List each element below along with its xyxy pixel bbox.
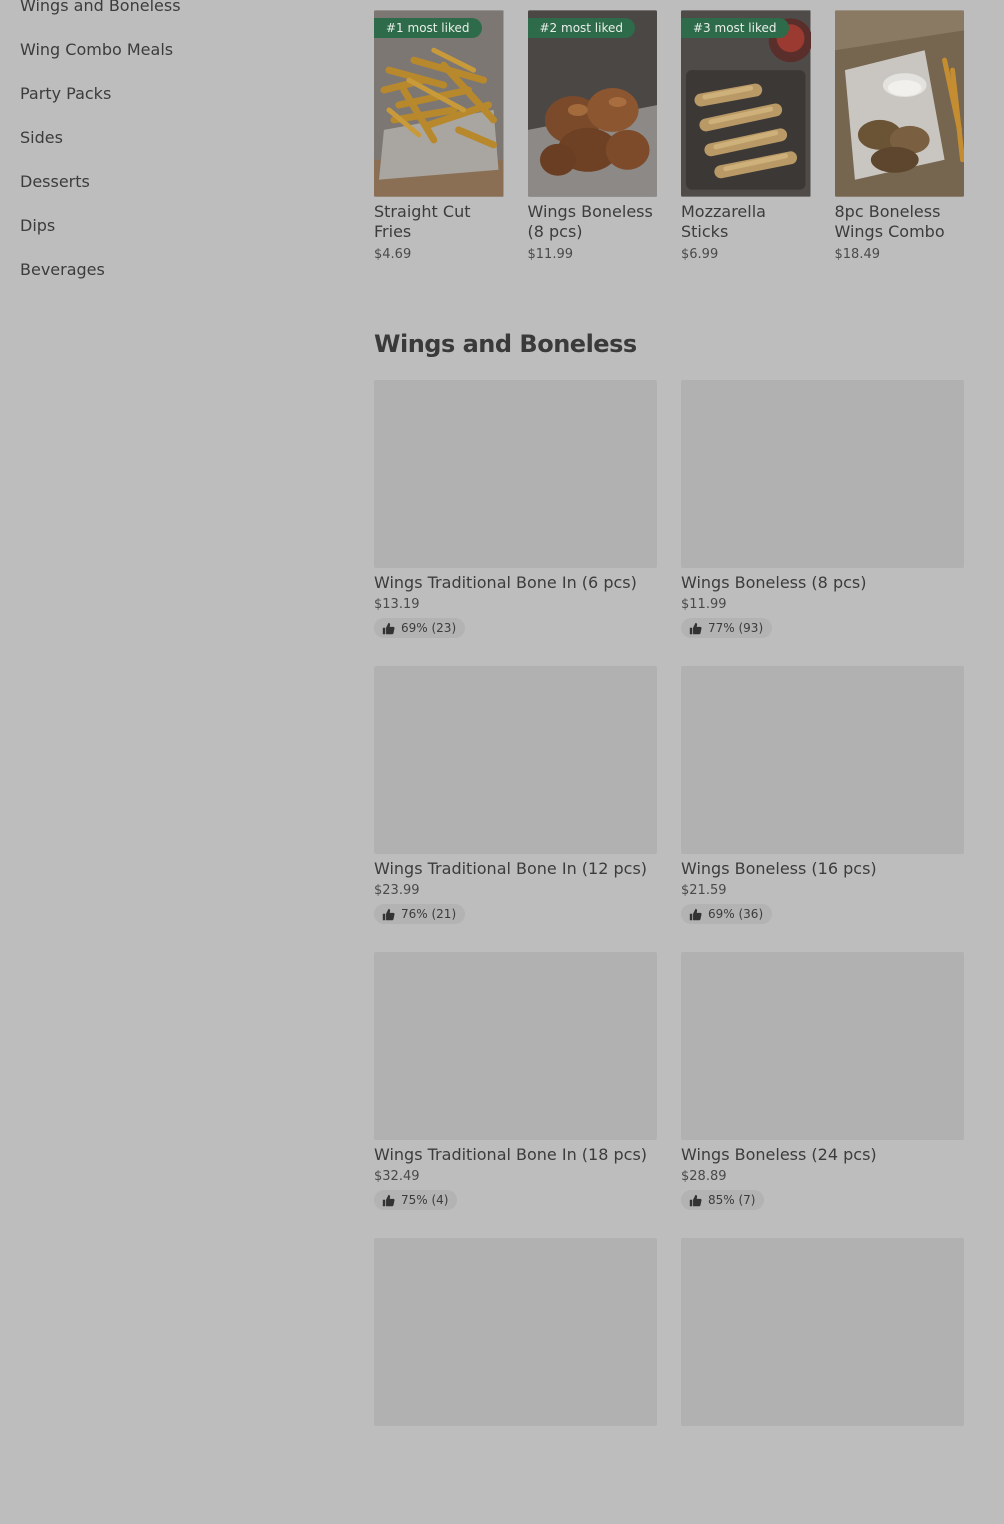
most-liked-badge: #3 most liked <box>681 18 789 38</box>
rating-badge: 69% (23) <box>374 618 466 638</box>
featured-item-card[interactable]: #1 most liked Straight Cut Fries $4.69 <box>374 10 504 262</box>
featured-item-card[interactable]: #3 most liked Mozzarella Sticks $6.99 <box>681 10 811 262</box>
rating-badge: 69% (36) <box>681 904 773 924</box>
menu-item-image <box>681 1238 964 1426</box>
menu-item-card[interactable]: Wings Boneless (24 pcs) $28.89 85% (7) <box>681 952 964 1238</box>
menu-item-price: $23.99 <box>374 883 420 898</box>
rating-badge: 77% (93) <box>681 618 773 638</box>
thumbs-up-icon <box>382 1194 395 1206</box>
menu-item-card[interactable] <box>374 1238 657 1524</box>
menu-item-name: Wings Boneless (8 pcs) <box>681 573 867 592</box>
rating-text: 69% (36) <box>708 907 764 921</box>
menu-item-card[interactable]: Wings Traditional Bone In (12 pcs) $23.9… <box>374 666 657 952</box>
menu-item-image <box>681 952 964 1140</box>
featured-item-name: 8pc Boneless Wings Combo <box>834 202 945 241</box>
menu-item-price: $32.49 <box>374 1169 420 1184</box>
menu-item-card[interactable]: Wings Boneless (16 pcs) $21.59 69% (36) <box>681 666 964 952</box>
featured-item-name: Wings Boneless (8 pcs) <box>527 202 653 241</box>
fries-photo: #1 most liked <box>374 10 504 197</box>
menu-item-card[interactable]: Wings Boneless (8 pcs) $11.99 77% (93) <box>681 380 964 666</box>
menu-item-image <box>681 380 964 568</box>
menu-item-name: Wings Traditional Bone In (18 pcs) <box>374 1145 648 1164</box>
sidebar-item-dips[interactable]: Dips <box>20 204 320 248</box>
most-liked-badge: #1 most liked <box>374 18 482 38</box>
menu-item-price: $11.99 <box>681 597 727 612</box>
menu-item-price: $21.59 <box>681 883 727 898</box>
rating-badge: 75% (4) <box>374 1190 458 1210</box>
boneless-wings-photo: #2 most liked <box>527 10 657 197</box>
thumbs-up-icon <box>689 1194 702 1206</box>
thumbs-up-icon <box>382 622 395 634</box>
featured-item-price: $6.99 <box>681 247 719 262</box>
thumbs-up-icon <box>382 908 395 920</box>
category-sidebar: Wings and Boneless Wing Combo Meals Part… <box>20 0 320 292</box>
featured-item-name: Mozzarella Sticks <box>681 202 766 241</box>
menu-item-name: Wings Traditional Bone In (6 pcs) <box>374 573 637 592</box>
menu-item-name: Wings Boneless (16 pcs) <box>681 859 877 878</box>
rating-text: 77% (93) <box>708 621 764 635</box>
rating-badge: 76% (21) <box>374 904 466 924</box>
sidebar-item-desserts[interactable]: Desserts <box>20 160 320 204</box>
fries-image <box>374 10 504 197</box>
rating-text: 85% (7) <box>708 1193 756 1207</box>
rating-badge: 85% (7) <box>681 1190 765 1210</box>
rating-text: 69% (23) <box>401 621 457 635</box>
mozzarella-sticks-image <box>681 10 811 197</box>
sidebar-item-party-packs[interactable]: Party Packs <box>20 72 320 116</box>
menu-item-name: Wings Boneless (24 pcs) <box>681 1145 877 1164</box>
menu-item-price: $13.19 <box>374 597 420 612</box>
thumbs-up-icon <box>689 908 702 920</box>
menu-item-image <box>681 666 964 854</box>
featured-item-card[interactable]: 8pc Boneless Wings Combo $18.49 <box>834 10 964 262</box>
most-liked-badge: #2 most liked <box>527 18 635 38</box>
section-title: Wings and Boneless <box>374 330 637 358</box>
featured-item-price: $4.69 <box>374 247 412 262</box>
sidebar-item-sides[interactable]: Sides <box>20 116 320 160</box>
menu-item-image <box>374 1238 657 1426</box>
menu-item-image <box>374 380 657 568</box>
mozzarella-sticks-photo: #3 most liked <box>681 10 811 197</box>
menu-item-card[interactable]: Wings Traditional Bone In (6 pcs) $13.19… <box>374 380 657 666</box>
featured-item-price: $18.49 <box>834 247 881 262</box>
menu-item-image <box>374 666 657 854</box>
sidebar-item-wing-combo-meals[interactable]: Wing Combo Meals <box>20 28 320 72</box>
featured-item-price: $11.99 <box>527 247 574 262</box>
boneless-combo-photo <box>834 10 964 197</box>
thumbs-up-icon <box>689 622 702 634</box>
most-liked-carousel: #1 most liked Straight Cut Fries $4.69 #… <box>374 10 964 262</box>
rating-text: 76% (21) <box>401 907 457 921</box>
menu-item-image <box>374 952 657 1140</box>
menu-item-grid: Wings Traditional Bone In (6 pcs) $13.19… <box>374 380 964 1524</box>
menu-item-card[interactable] <box>681 1238 964 1524</box>
boneless-combo-image <box>834 10 964 197</box>
featured-item-card[interactable]: #2 most liked Wings Boneless (8 pcs) $11… <box>527 10 657 262</box>
boneless-wings-image <box>527 10 657 197</box>
menu-main: #1 most liked Straight Cut Fries $4.69 #… <box>374 10 964 1426</box>
featured-item-name: Straight Cut Fries <box>374 202 471 241</box>
menu-item-name: Wings Traditional Bone In (12 pcs) <box>374 859 648 878</box>
menu-item-card[interactable]: Wings Traditional Bone In (18 pcs) $32.4… <box>374 952 657 1238</box>
sidebar-item-beverages[interactable]: Beverages <box>20 248 320 292</box>
rating-text: 75% (4) <box>401 1193 449 1207</box>
menu-item-price: $28.89 <box>681 1169 727 1184</box>
sidebar-item-wings-and-boneless[interactable]: Wings and Boneless <box>20 0 320 28</box>
